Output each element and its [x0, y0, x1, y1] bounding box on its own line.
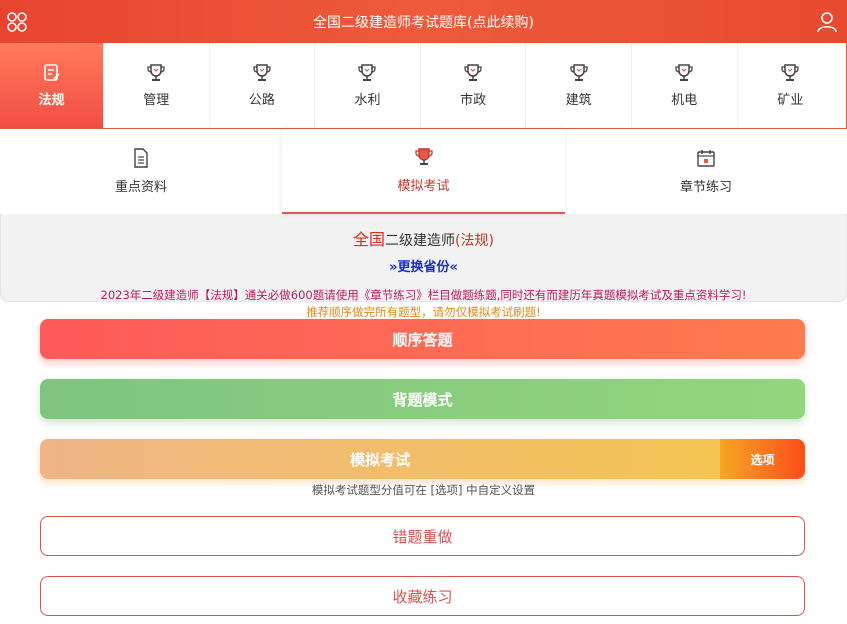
subject-nav: 法规 管理 公路 水利 市政 建筑 机电 矿业 — [0, 43, 847, 129]
region-exam: 二级建造师 — [385, 233, 456, 249]
grid-menu-icon[interactable] — [6, 11, 28, 33]
options-button[interactable]: 选项 — [720, 439, 805, 479]
tab-chapter-practice[interactable]: 章节练习 — [565, 129, 847, 214]
subject-label: 法规 — [38, 93, 65, 108]
calendar-icon — [697, 150, 715, 167]
subject-label: 水利 — [354, 93, 381, 108]
subject-label: 建筑 — [565, 93, 592, 108]
subject-tab-highway[interactable]: 公路 — [210, 43, 316, 128]
subject-tab-building[interactable]: 建筑 — [526, 43, 632, 128]
trophy-icon — [464, 64, 482, 81]
region-subject: (法规) — [455, 233, 494, 249]
subject-tab-mining[interactable]: 矿业 — [738, 43, 844, 128]
subject-label: 市政 — [460, 93, 487, 108]
page: 全国二级建造师考试题库(点此续购) 法规 管理 公路 水利 市政 建筑 机电 矿… — [0, 0, 847, 624]
mode-tabs: 重点资料 模拟考试 章节练习 — [0, 129, 847, 214]
trophy-icon — [414, 148, 433, 165]
subject-label: 机电 — [671, 93, 698, 108]
mock-exam-hint: 模拟考试题型分值可在 [选项] 中自定义设置 — [311, 483, 536, 497]
tab-label: 重点资料 — [114, 180, 167, 195]
favorites-practice-button[interactable]: 收藏练习 — [40, 576, 805, 616]
tab-mock-exam[interactable]: 模拟考试 — [282, 129, 565, 214]
mock-exam-button[interactable]: 模拟考试 选项 — [40, 439, 805, 479]
memorize-mode-button[interactable]: 背题模式 — [40, 379, 805, 419]
trophy-icon — [358, 64, 377, 81]
subject-label: 管理 — [143, 93, 170, 108]
trophy-icon — [570, 64, 588, 81]
header-bar: 全国二级建造师考试题库(点此续购) — [0, 0, 847, 43]
subject-tab-water[interactable]: 水利 — [315, 43, 421, 128]
notice-secondary: 推荐顺序做完所有题型，请勿仅模拟考试刷题! — [306, 305, 541, 319]
subject-label: 公路 — [248, 93, 275, 108]
subject-tab-law[interactable]: 法规 — [0, 43, 104, 128]
mock-exam-label: 模拟考试 — [349, 450, 410, 469]
region-scope: 全国 — [353, 230, 386, 249]
tab-label: 模拟考试 — [397, 179, 450, 194]
user-icon[interactable] — [816, 11, 838, 33]
trophy-icon — [147, 64, 165, 81]
trophy-icon — [675, 64, 693, 81]
document-icon — [134, 148, 148, 168]
subject-label: 矿业 — [777, 93, 804, 108]
notice-primary: 2023年二级建造师【法规】通关必做600题请使用《章节练习》栏目做题练题,同时… — [100, 288, 747, 302]
header-title-link[interactable]: 全国二级建造师考试题库(点此续购) — [313, 12, 534, 32]
wrong-questions-redo-button[interactable]: 错题重做 — [40, 516, 805, 556]
region-title: 全国二级建造师(法规) — [1, 226, 846, 250]
change-province-link[interactable]: »更换省份« — [389, 256, 458, 275]
sequential-answer-button[interactable]: 顺序答题 — [40, 319, 805, 359]
tab-label: 章节练习 — [679, 180, 732, 195]
subject-tab-management[interactable]: 管理 — [104, 43, 210, 128]
tab-key-materials[interactable]: 重点资料 — [0, 129, 282, 214]
subject-tab-mechanical[interactable]: 机电 — [632, 43, 738, 128]
trophy-icon — [781, 64, 800, 81]
subject-tab-municipal[interactable]: 市政 — [421, 43, 527, 128]
trophy-icon — [253, 64, 271, 81]
document-edit-icon — [43, 64, 60, 81]
